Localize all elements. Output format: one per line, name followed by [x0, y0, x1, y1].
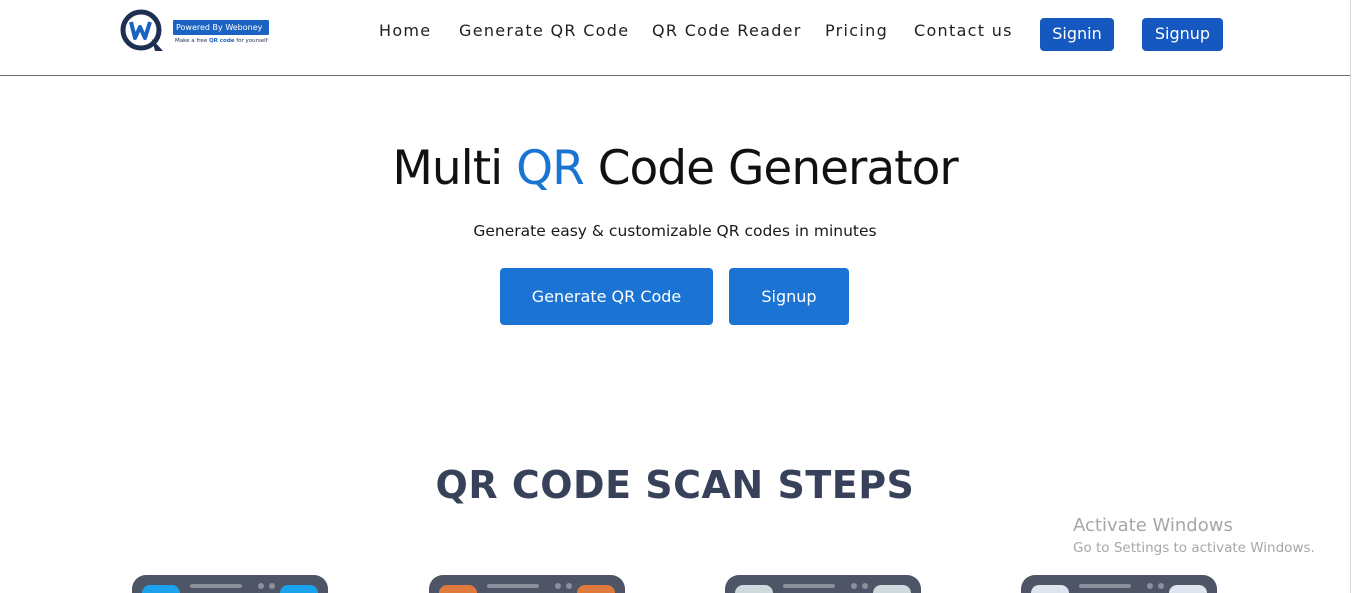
generate-qr-code-button[interactable]: Generate QR Code — [500, 268, 713, 325]
signup-button[interactable]: Signup — [1142, 18, 1223, 51]
site-header: Powered By Weboney Make a free QR code f… — [0, 0, 1350, 76]
logo-mark-icon — [120, 9, 163, 51]
nav-pricing[interactable]: Pricing — [825, 19, 888, 43]
nav-home[interactable]: Home — [379, 19, 431, 43]
hero-signup-button[interactable]: Signup — [729, 268, 849, 325]
hero-subtitle: Generate easy & customizable QR codes in… — [473, 222, 877, 240]
hero-title-accent: QR — [516, 141, 585, 196]
page-edge-divider — [1350, 0, 1351, 593]
scan-steps-title: QR CODE SCAN STEPS — [435, 463, 915, 507]
step-card-1 — [132, 575, 328, 593]
weboney-logo[interactable]: Powered By Weboney Make a free QR code f… — [119, 9, 274, 53]
step-card-3 — [725, 575, 921, 593]
nav-generate-qr-code[interactable]: Generate QR Code — [459, 19, 629, 43]
windows-activation-watermark: Activate Windows Go to Settings to activ… — [1073, 515, 1315, 556]
step-card-2 — [429, 575, 625, 593]
signin-button[interactable]: Signin — [1040, 18, 1114, 51]
hero-title: Multi QR Code Generator — [392, 141, 958, 196]
nav-contact-us[interactable]: Contact us — [914, 19, 1013, 43]
logo-tagline: Make a free QR code for yourself — [175, 38, 268, 44]
page: Powered By Weboney Make a free QR code f… — [0, 0, 1353, 593]
step-card-4 — [1021, 575, 1217, 593]
logo-badge: Powered By Weboney — [173, 20, 269, 35]
nav-qr-code-reader[interactable]: QR Code Reader — [652, 19, 802, 43]
